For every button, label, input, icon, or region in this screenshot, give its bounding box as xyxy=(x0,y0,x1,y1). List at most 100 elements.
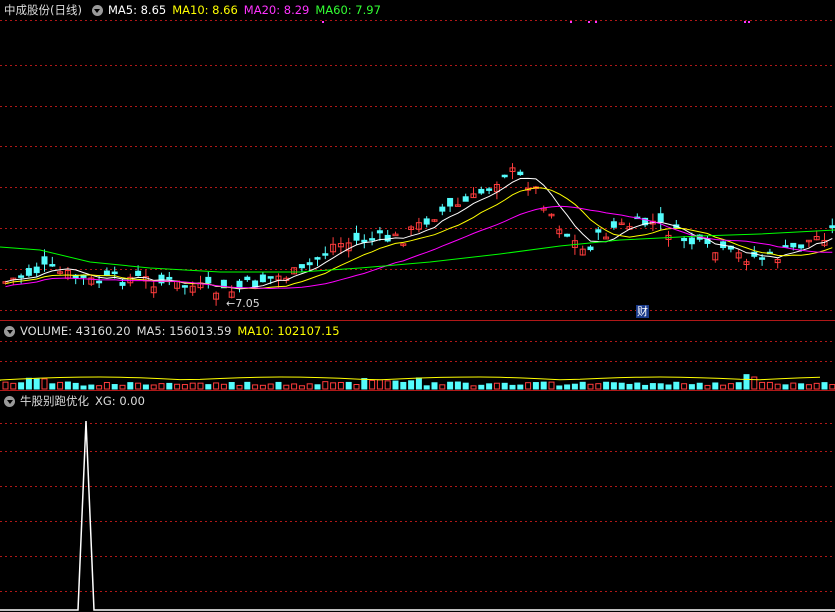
volume-bar xyxy=(439,384,446,390)
volume-bar xyxy=(743,374,750,390)
volume-bar xyxy=(228,382,235,390)
volume-bar xyxy=(634,382,641,390)
finance-event-marker[interactable]: 财 xyxy=(636,305,649,318)
volume-bar xyxy=(790,382,797,390)
volume-bar xyxy=(174,383,181,390)
candle xyxy=(587,246,594,251)
candle xyxy=(610,221,617,228)
candle xyxy=(298,264,305,269)
candle xyxy=(166,276,173,280)
volume-bar xyxy=(509,384,516,390)
volume-bar xyxy=(376,379,383,390)
indicator-chart[interactable] xyxy=(0,391,835,612)
price-pane[interactable]: 中成股份(日线) MA5: 8.65 MA10: 8.66 MA20: 8.29… xyxy=(0,0,835,320)
candle xyxy=(486,188,493,191)
candle xyxy=(306,262,313,266)
candle xyxy=(259,274,266,283)
volume-bar xyxy=(49,383,56,390)
candle xyxy=(423,218,430,225)
candle xyxy=(252,280,259,288)
volume-label: VOLUME: 43160.20 xyxy=(20,324,131,338)
volume-bar xyxy=(41,378,48,390)
candle xyxy=(96,280,103,284)
volume-bar xyxy=(80,385,87,390)
candle xyxy=(501,174,508,178)
volume-bar xyxy=(213,382,220,390)
volume-bar xyxy=(774,383,781,390)
volume-bar xyxy=(25,377,32,390)
volume-bar xyxy=(96,385,103,390)
chevron-down-icon[interactable] xyxy=(91,4,103,16)
stock-title: 中成股份(日线) xyxy=(4,3,82,17)
volume-pane[interactable]: VOLUME: 43160.20 MA5: 156013.59 MA10: 10… xyxy=(0,321,835,390)
volume-bar xyxy=(408,380,415,390)
candle xyxy=(462,196,469,202)
candle xyxy=(369,238,376,241)
volume-bar xyxy=(759,381,766,390)
candle xyxy=(25,268,32,276)
volume-bar xyxy=(111,384,118,390)
indicator-pane[interactable]: 牛股别跑优化 XG: 0.00 xyxy=(0,391,835,612)
volume-bar xyxy=(330,382,337,390)
candle xyxy=(267,276,274,279)
volume-bar xyxy=(688,384,695,390)
volume-bar xyxy=(587,383,594,390)
candle xyxy=(564,233,571,237)
candle xyxy=(392,233,399,237)
volume-bar xyxy=(782,384,789,390)
candle xyxy=(103,270,110,276)
volume-bar xyxy=(33,378,40,390)
candle xyxy=(111,271,118,275)
volume-bar xyxy=(252,384,259,390)
volume-bar xyxy=(735,382,742,390)
candle xyxy=(314,257,321,260)
volume-bar xyxy=(197,382,204,390)
candle xyxy=(376,230,383,234)
volume-bar xyxy=(532,382,539,390)
volume-bar xyxy=(571,383,578,390)
ma60-line xyxy=(0,229,835,273)
candle xyxy=(447,197,454,207)
low-price-marker: ←7.05 xyxy=(226,297,260,310)
volume-bar xyxy=(564,384,571,390)
chevron-down-icon[interactable] xyxy=(4,325,15,337)
volume-bar xyxy=(337,381,344,390)
volume-bar xyxy=(751,376,758,390)
signal-dot xyxy=(748,21,750,23)
ma10-label: MA10: 8.66 xyxy=(172,3,238,17)
volume-bar xyxy=(525,382,532,390)
volume-bar xyxy=(415,377,422,390)
volume-bar xyxy=(517,384,524,390)
signal-dot xyxy=(595,21,597,23)
volume-bar xyxy=(189,382,196,390)
volume-bar xyxy=(259,384,266,390)
volume-bar xyxy=(665,384,672,390)
candle xyxy=(33,266,40,274)
volume-bar xyxy=(673,381,680,390)
volume-pane-header: VOLUME: 43160.20 MA5: 156013.59 MA10: 10… xyxy=(0,321,346,341)
chevron-down-icon[interactable] xyxy=(4,395,15,407)
volume-bar xyxy=(618,382,625,390)
signal-dot xyxy=(570,21,572,23)
candlestick-chart[interactable] xyxy=(0,0,835,320)
candle xyxy=(322,253,329,256)
candle xyxy=(18,275,25,278)
volume-bar xyxy=(244,381,251,390)
volume-bar xyxy=(10,382,17,390)
ma60-label: MA60: 7.97 xyxy=(315,3,381,17)
volume-ma10-label: MA10: 102107.15 xyxy=(237,324,340,338)
volume-bar xyxy=(696,382,703,390)
candle xyxy=(244,276,251,281)
ma5-label: MA5: 8.65 xyxy=(107,3,167,17)
volume-bar xyxy=(649,383,656,390)
volume-bar xyxy=(72,382,79,390)
volume-bar xyxy=(298,385,305,390)
volume-bar xyxy=(478,384,485,390)
candle xyxy=(135,270,142,276)
candle xyxy=(759,257,766,260)
volume-bar xyxy=(829,384,835,390)
volume-bar xyxy=(556,385,563,390)
volume-bar xyxy=(205,384,212,390)
volume-bar xyxy=(345,381,352,390)
candle xyxy=(798,244,805,249)
